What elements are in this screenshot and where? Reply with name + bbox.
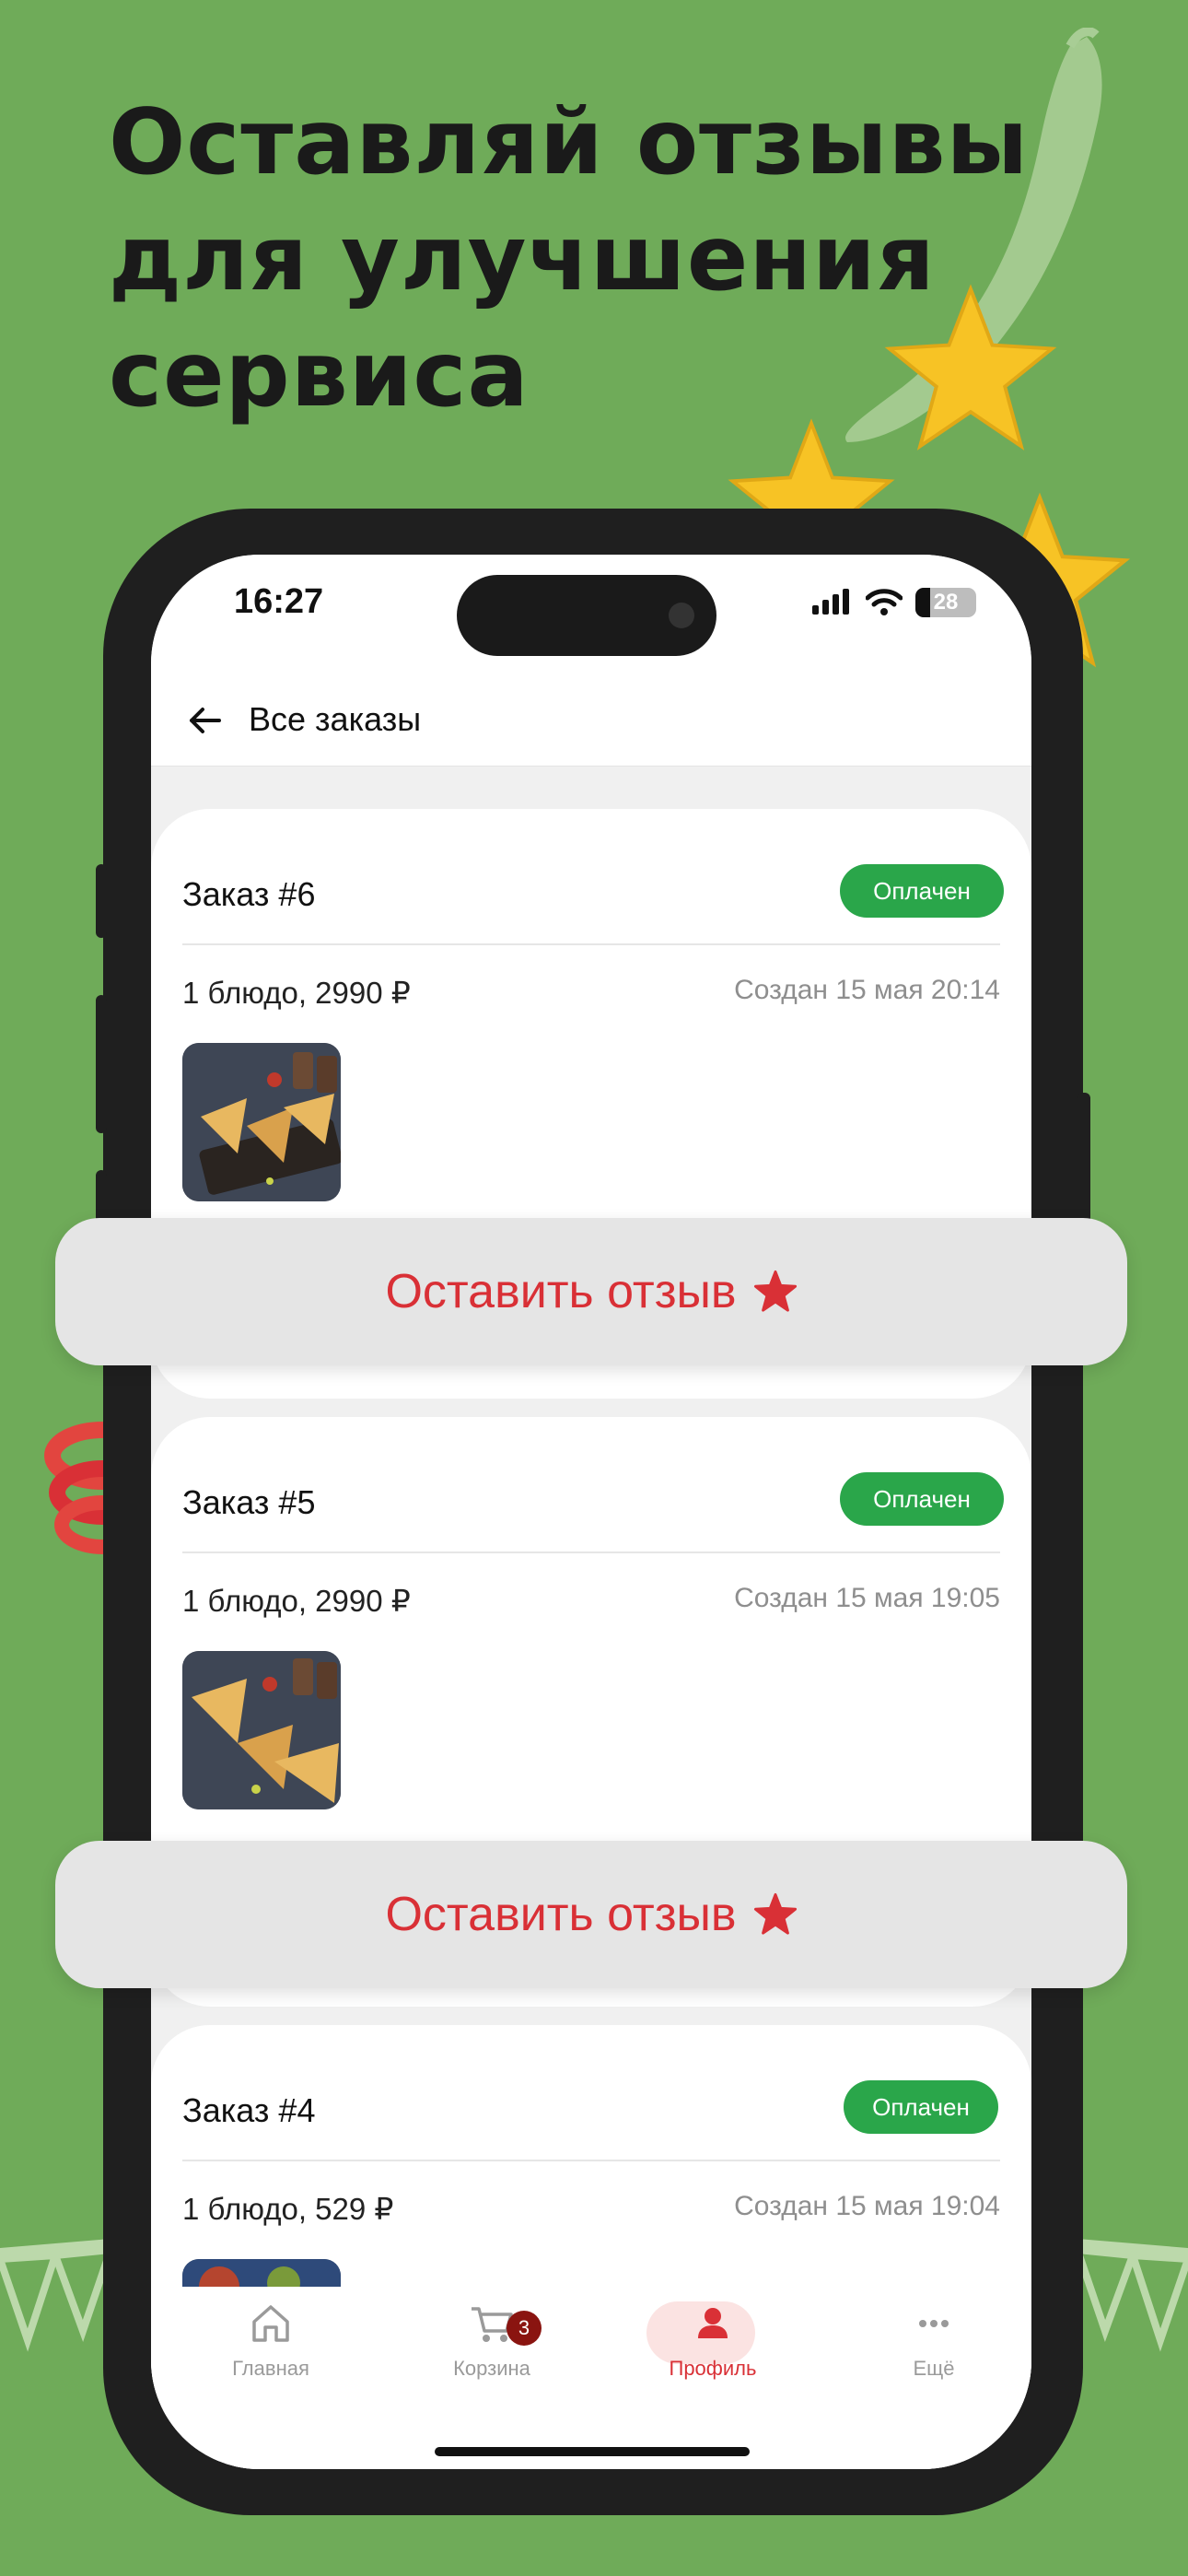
page-title: Все заказы	[249, 700, 422, 738]
card-divider	[182, 2160, 1000, 2161]
tab-label: Профиль	[669, 2357, 757, 2380]
review-button-label: Оставить отзыв	[385, 1888, 737, 1941]
tab-label: Главная	[232, 2357, 309, 2380]
order-summary: 1 блюдо, 2990 ₽	[182, 1584, 411, 1618]
profile-icon	[698, 2308, 728, 2338]
order-date: Создан 15 мая 20:14	[734, 975, 1000, 1005]
cart-badge: 3	[507, 2311, 542, 2346]
more-icon	[919, 2320, 949, 2327]
tab-label: Ещё	[913, 2357, 955, 2380]
home-icon	[252, 2305, 289, 2342]
status-badge: Оплачен	[840, 864, 1004, 918]
status-badge: Оплачен	[840, 1472, 1004, 1526]
arrow-left-icon[interactable]	[182, 698, 227, 743]
wifi-icon	[866, 589, 903, 615]
signal-icon	[812, 589, 849, 615]
order-summary: 1 блюдо, 529 ₽	[182, 2192, 394, 2226]
status-badge: Оплачен	[844, 2080, 998, 2134]
review-button-label: Оставить отзыв	[385, 1265, 737, 1318]
leave-review-button[interactable]: Оставить отзыв	[55, 1841, 1127, 1988]
order-title: Заказ #5	[182, 1483, 316, 1521]
battery-icon: 28	[915, 588, 976, 617]
tab-profile[interactable]: Профиль	[621, 2298, 805, 2408]
camera-icon	[669, 603, 694, 628]
order-summary: 1 блюдо, 2990 ₽	[182, 976, 411, 1010]
order-title: Заказ #4	[182, 2091, 316, 2129]
order-title: Заказ #6	[182, 875, 316, 913]
card-divider	[182, 1551, 1000, 1553]
dish-photo	[182, 1043, 341, 1201]
tab-label: Корзина	[453, 2357, 530, 2380]
tab-cart[interactable]: 3 Корзина	[400, 2298, 584, 2408]
tab-home[interactable]: Главная	[179, 2298, 363, 2408]
order-date: Создан 15 мая 19:05	[734, 1583, 1000, 1613]
bunting-left-illustration	[0, 2239, 111, 2352]
dish-photo	[182, 1651, 341, 1809]
status-bar: 16:27 28	[151, 555, 1031, 674]
home-indicator	[435, 2447, 750, 2456]
nav-bar: Все заказы	[151, 674, 1031, 767]
bunting-right-illustration	[1077, 2239, 1188, 2352]
dynamic-island	[457, 575, 716, 656]
side-button-silent	[96, 864, 107, 938]
star-decoration-1	[884, 284, 1057, 451]
card-divider	[182, 943, 1000, 945]
tab-bar: Главная 3 Корзина Профиль Ещё	[151, 2287, 1031, 2469]
star-icon	[753, 1270, 797, 1312]
battery-level: 28	[933, 590, 959, 615]
status-icons: 28	[812, 588, 976, 617]
order-date: Создан 15 мая 19:04	[734, 2191, 1000, 2221]
phone-screen: 16:27 28 Все заказы Заказ #6 Оплачен 1 б…	[151, 555, 1031, 2469]
status-time: 16:27	[234, 582, 324, 621]
side-button-volume-up	[96, 995, 107, 1133]
tab-more[interactable]: Ещё	[842, 2298, 1026, 2408]
leave-review-button[interactable]: Оставить отзыв	[55, 1218, 1127, 1365]
star-icon	[753, 1892, 797, 1935]
